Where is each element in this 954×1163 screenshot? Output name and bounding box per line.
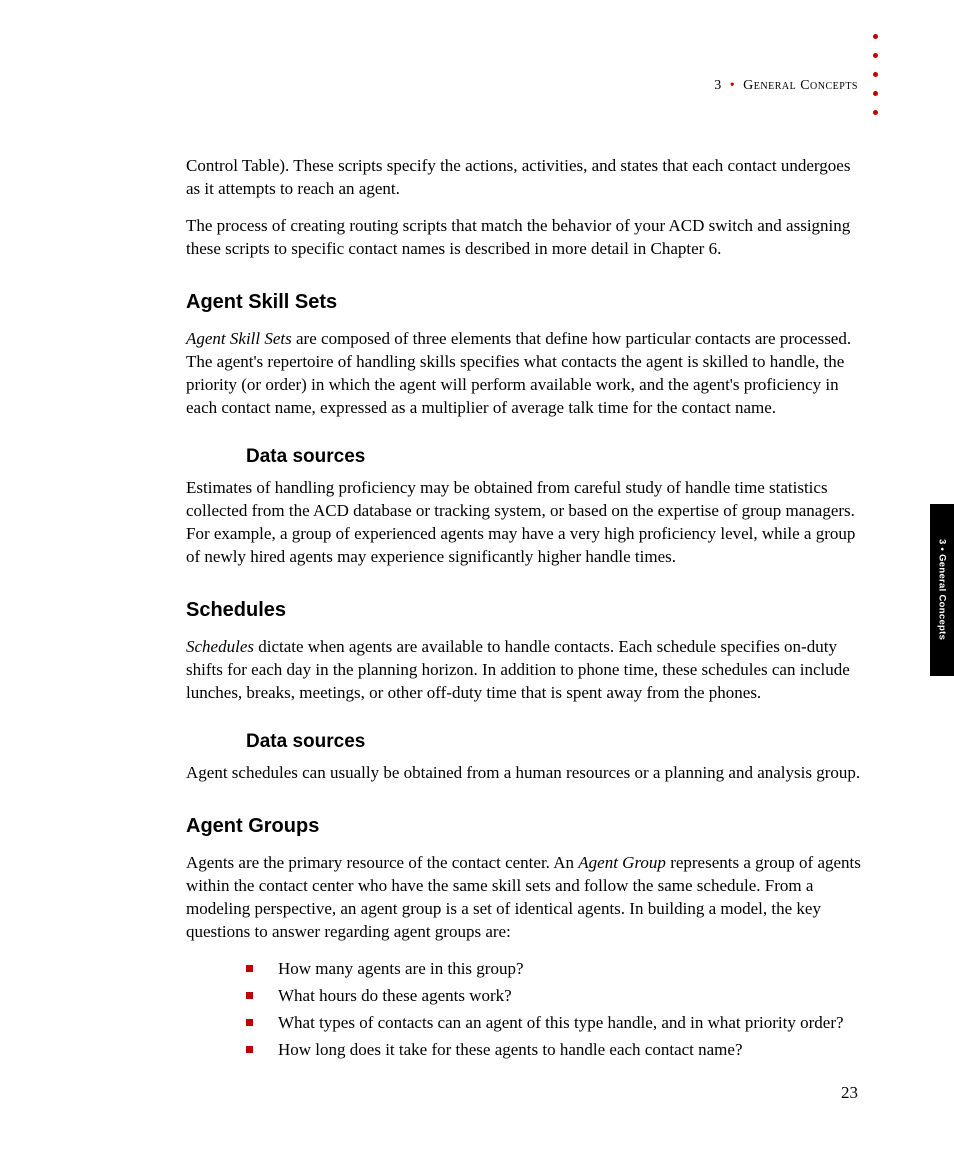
page-number: 23 (841, 1083, 858, 1103)
data-sources-2-paragraph: Agent schedules can usually be obtained … (186, 762, 866, 785)
dot-icon (873, 110, 878, 115)
schedules-paragraph: Schedules dictate when agents are availa… (186, 636, 866, 705)
dot-icon (873, 34, 878, 39)
header-chapter-title: General Concepts (743, 78, 858, 93)
list-item: How many agents are in this group? (246, 958, 866, 981)
intro-paragraph-2: The process of creating routing scripts … (186, 215, 866, 261)
data-sources-1-paragraph: Estimates of handling proficiency may be… (186, 477, 866, 569)
heading-agent-skill-sets: Agent Skill Sets (186, 289, 866, 316)
list-item: How long does it take for these agents t… (246, 1039, 866, 1062)
header-chapter-number: 3 (714, 78, 722, 93)
heading-schedules: Schedules (186, 597, 866, 624)
dot-icon (873, 72, 878, 77)
agent-skill-sets-paragraph: Agent Skill Sets are composed of three e… (186, 328, 866, 420)
list-item: What hours do these agents work? (246, 985, 866, 1008)
schedules-text: dictate when agents are available to han… (186, 637, 850, 702)
page: 3 • General Concepts Control Table). The… (0, 0, 954, 1163)
schedules-italic: Schedules (186, 637, 254, 656)
list-item: What types of contacts can an agent of t… (246, 1012, 866, 1035)
running-header: 3 • General Concepts (714, 78, 858, 94)
intro-paragraph-1: Control Table). These scripts specify th… (186, 155, 866, 201)
agent-groups-italic: Agent Group (578, 853, 666, 872)
side-tab-label: 3 • General Concepts (930, 504, 954, 676)
heading-data-sources-1: Data sources (246, 444, 866, 470)
body-content: Control Table). These scripts specify th… (186, 155, 866, 1066)
heading-data-sources-2: Data sources (246, 729, 866, 755)
agent-groups-pre: Agents are the primary resource of the c… (186, 853, 578, 872)
agent-groups-bullet-list: How many agents are in this group? What … (246, 958, 866, 1062)
header-separator: • (726, 78, 739, 93)
heading-agent-groups: Agent Groups (186, 813, 866, 840)
dot-icon (873, 91, 878, 96)
dot-icon (873, 53, 878, 58)
agent-groups-paragraph: Agents are the primary resource of the c… (186, 852, 866, 944)
agent-skill-sets-italic: Agent Skill Sets (186, 329, 292, 348)
decorative-dots (873, 34, 878, 115)
